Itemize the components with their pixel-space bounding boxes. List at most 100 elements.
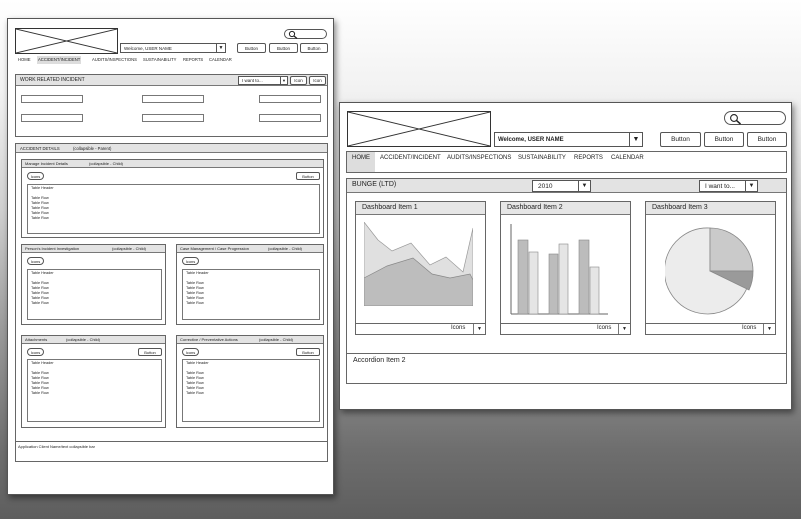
incident-field-5[interactable]: [142, 114, 204, 122]
incident-panel: WORK RELATED INCIDENT I want to... ▼ Ico…: [15, 74, 328, 137]
bar-1a: [517, 239, 529, 315]
header-button-3[interactable]: Button: [300, 43, 328, 53]
header-button-1[interactable]: Button: [660, 132, 701, 147]
table-row[interactable]: Table Row: [31, 216, 316, 221]
header-button-1[interactable]: Button: [237, 43, 266, 53]
icons-pill[interactable]: Icons: [27, 172, 44, 180]
section-button[interactable]: Button: [296, 172, 320, 180]
data-table: Table Header Table Row Table Row Table R…: [182, 359, 320, 422]
table-header: Table Header: [31, 186, 54, 190]
table-row[interactable]: Table Row: [186, 391, 316, 396]
bar-2a: [548, 253, 559, 315]
header-button-2[interactable]: Button: [269, 43, 298, 53]
child-note: (collapsible - Child): [268, 246, 303, 251]
chevron-down-icon[interactable]: ▼: [763, 324, 772, 334]
nav-calendar[interactable]: CALENDAR: [611, 152, 644, 165]
icons-pill[interactable]: Icons: [182, 257, 199, 265]
table-header: Table Header: [186, 271, 209, 275]
chevron-down-icon[interactable]: ▼: [280, 77, 287, 84]
nav-accident-incident[interactable]: ACCIDENT/INCIDENT: [37, 56, 82, 64]
incident-field-4[interactable]: [21, 114, 83, 122]
accident-details-header[interactable]: ACCIDENT DETAILS (collapsible - Parent): [16, 144, 327, 153]
i-want-to-select[interactable]: I want to... ▼: [238, 76, 288, 85]
chevron-down-icon[interactable]: ▼: [473, 324, 482, 334]
nav-accident-incident[interactable]: ACCIDENT/INCIDENT: [380, 152, 441, 165]
attachments-title: Attachments: [25, 337, 48, 342]
attachments-section: Attachments (collapsible - Child) Icons …: [21, 335, 166, 428]
manage-incident-header[interactable]: Manage Incident Details (collapsible - C…: [22, 160, 323, 168]
icons-pill[interactable]: Icons: [182, 348, 199, 356]
bar-1b: [528, 251, 539, 315]
nav-audits-inspections[interactable]: AUDITS/INSPECTIONS: [92, 56, 137, 64]
year-select[interactable]: 2010 ▼: [532, 180, 591, 192]
i-want-label: I want to...: [705, 183, 735, 190]
parent-note: (collapsible - Parent): [73, 146, 112, 151]
incident-title: WORK RELATED INCIDENT: [20, 77, 85, 83]
case-management-title: Case Management / Case Progression: [180, 246, 249, 251]
search-input[interactable]: [284, 29, 327, 39]
dashboard-item-2-header: Dashboard Item 2: [501, 202, 630, 215]
incident-field-6[interactable]: [259, 114, 321, 122]
data-table: Table Header Table Row Table Row Table R…: [27, 359, 162, 422]
corrective-actions-header[interactable]: Corrective / Preventative Actions (colla…: [177, 336, 323, 344]
chevron-down-icon[interactable]: ▼: [745, 181, 757, 191]
dashboard-item-3-footer: Icons ▼: [646, 323, 775, 334]
table-row[interactable]: Table Row: [31, 391, 158, 396]
header-button-2[interactable]: Button: [704, 132, 744, 147]
logo-placeholder: [15, 28, 118, 54]
chevron-down-icon[interactable]: ▼: [618, 324, 627, 334]
child-note: (collapsible - Child): [112, 246, 147, 251]
persons-investigation-title: Person's Incident Investigation: [25, 246, 80, 251]
icon-button-1[interactable]: Icon: [290, 76, 307, 85]
case-management-header[interactable]: Case Management / Case Progression (coll…: [177, 245, 323, 253]
accordion-item-2[interactable]: Accordion Item 2: [346, 353, 787, 384]
nav-sustainability[interactable]: SUSTAINABILITY: [518, 152, 566, 165]
nav-home[interactable]: HOME: [18, 56, 31, 64]
table-row[interactable]: Table Row: [31, 301, 158, 306]
dashboard-item-3: Dashboard Item 3 Icons ▼: [645, 201, 776, 335]
nav-sustainability[interactable]: SUSTAINABILITY: [143, 56, 176, 64]
dashboard-item-3-header: Dashboard Item 3: [646, 202, 775, 215]
bar-3b: [589, 266, 600, 315]
dashboard-item-3-title: Dashboard Item 3: [652, 204, 708, 211]
section-button[interactable]: Button: [296, 348, 320, 356]
icons-label: Icons: [597, 325, 612, 331]
chevron-down-icon[interactable]: ▼: [629, 133, 642, 146]
welcome-user-select[interactable]: Welcome, USER NAME ▼: [494, 132, 643, 147]
icons-label: Icons: [742, 325, 757, 331]
table-row[interactable]: Table Row: [186, 301, 316, 306]
pie-chart: [665, 227, 754, 315]
nav-calendar[interactable]: CALENDAR: [209, 56, 232, 64]
welcome-label: Welcome, USER NAME: [124, 46, 172, 51]
chevron-down-icon[interactable]: ▼: [578, 181, 590, 191]
chevron-down-icon[interactable]: ▼: [216, 44, 225, 52]
persons-investigation-header[interactable]: Person's Incident Investigation (collaps…: [22, 245, 165, 253]
footer-text: Application Client Name/text collapsible…: [18, 444, 95, 449]
incident-field-3[interactable]: [259, 95, 321, 103]
dashboard-item-1: Dashboard Item 1 Icons ▼: [355, 201, 486, 335]
header-button-3[interactable]: Button: [747, 132, 787, 147]
table-header: Table Header: [31, 271, 54, 275]
incident-field-1[interactable]: [21, 95, 83, 103]
footer-bar[interactable]: Application Client Name/text collapsible…: [15, 441, 328, 462]
data-table: Table Header Table Row Table Row Table R…: [27, 184, 320, 234]
area-chart: [364, 222, 473, 306]
nav-reports[interactable]: REPORTS: [574, 152, 603, 165]
icon-button-2[interactable]: Icon: [309, 76, 326, 85]
dashboard-item-2: Dashboard Item 2 Icons ▼: [500, 201, 631, 335]
welcome-user-select[interactable]: Welcome, USER NAME ▼: [120, 43, 226, 53]
icons-pill[interactable]: Icons: [27, 348, 44, 356]
nav-home[interactable]: HOME: [347, 152, 375, 172]
dashboard-item-2-footer: Icons ▼: [501, 323, 630, 334]
search-input[interactable]: [724, 111, 786, 125]
nav-audits-inspections[interactable]: AUDITS/INSPECTIONS: [447, 152, 511, 165]
section-button[interactable]: Button: [138, 348, 162, 356]
dashboard-item-1-footer: Icons ▼: [356, 323, 485, 334]
incident-field-2[interactable]: [142, 95, 204, 103]
attachments-header[interactable]: Attachments (collapsible - Child): [22, 336, 165, 344]
icons-pill[interactable]: Icons: [27, 257, 44, 265]
i-want-to-select[interactable]: I want to... ▼: [699, 180, 758, 192]
accordion-item-2-title: Accordion Item 2: [353, 357, 406, 364]
nav-reports[interactable]: REPORTS: [183, 56, 203, 64]
i-want-label: I want to...: [242, 78, 263, 83]
